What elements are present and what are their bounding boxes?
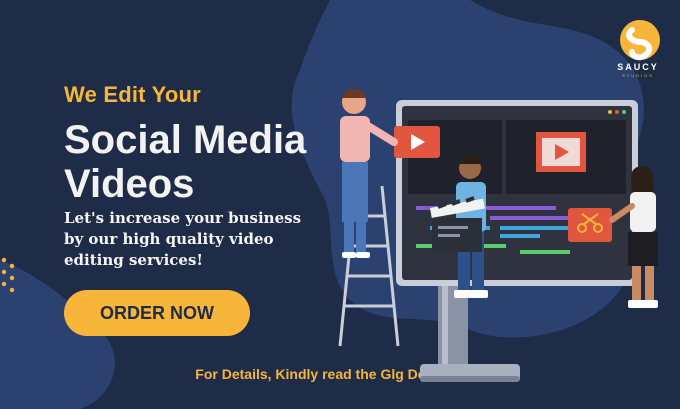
gig-banner: SAUCY STUDIOS We Edit Your Social Media … xyxy=(0,0,680,409)
headline-main: Social Media Videos xyxy=(64,118,306,206)
headline-main-line1: Social Media xyxy=(64,118,307,162)
logo-name: SAUCY xyxy=(617,62,659,72)
decorative-dots xyxy=(1,257,15,293)
headline-main-line2: Videos xyxy=(64,162,195,206)
scissors-icon xyxy=(568,208,612,242)
order-now-button[interactable]: ORDER NOW xyxy=(64,290,250,336)
headline-intro: We Edit Your xyxy=(64,82,201,107)
play-icon xyxy=(394,126,440,158)
character-man-ladder xyxy=(338,89,400,347)
video-editing-illustration xyxy=(338,89,658,382)
clapperboard-icon xyxy=(430,196,485,252)
logo-subtitle: STUDIOS xyxy=(622,73,654,78)
film-strip-icon xyxy=(536,132,586,172)
tagline: Let's increase your business by our high… xyxy=(64,209,302,269)
